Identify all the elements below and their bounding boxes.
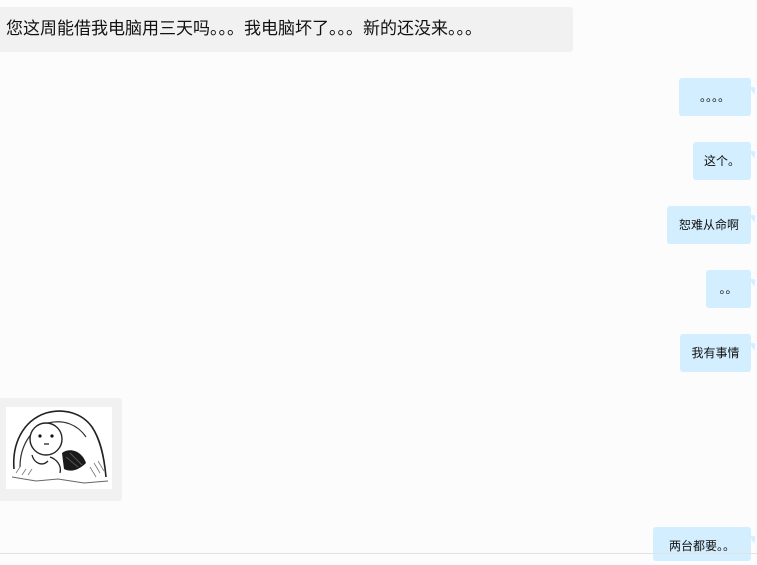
message-text: 两台都要。。: [668, 539, 735, 553]
message-bubble-received-sticker[interactable]: [0, 398, 122, 501]
message-text: 。。。。: [699, 90, 730, 104]
message-bubble-sent[interactable]: 这个。: [693, 142, 751, 180]
message-bubble-sent[interactable]: 。。。。: [679, 78, 751, 116]
message-bubble-sent[interactable]: 我有事情: [680, 334, 751, 372]
divider: [0, 553, 757, 554]
message-text: 您这周能借我电脑用三天吗。。。我电脑坏了。。。新的还没来。。。: [6, 19, 482, 39]
message-text: 这个。: [703, 154, 740, 168]
message-text: 我有事情: [691, 346, 740, 360]
message-bubble-sent[interactable]: 两台都要。。: [653, 527, 751, 561]
chat-message-list[interactable]: 您这周能借我电脑用三天吗。。。我电脑坏了。。。新的还没来。。。 。。。。 这个。…: [0, 0, 757, 561]
message-bubble-received[interactable]: 您这周能借我电脑用三天吗。。。我电脑坏了。。。新的还没来。。。: [0, 7, 573, 52]
message-bubble-sent[interactable]: 。。: [706, 270, 751, 308]
message-text: 。。: [719, 282, 738, 296]
sad-blob-sticker-icon: [6, 407, 112, 489]
message-bubble-sent[interactable]: 恕难从命啊: [667, 206, 751, 244]
message-text: 恕难从命啊: [678, 218, 739, 232]
